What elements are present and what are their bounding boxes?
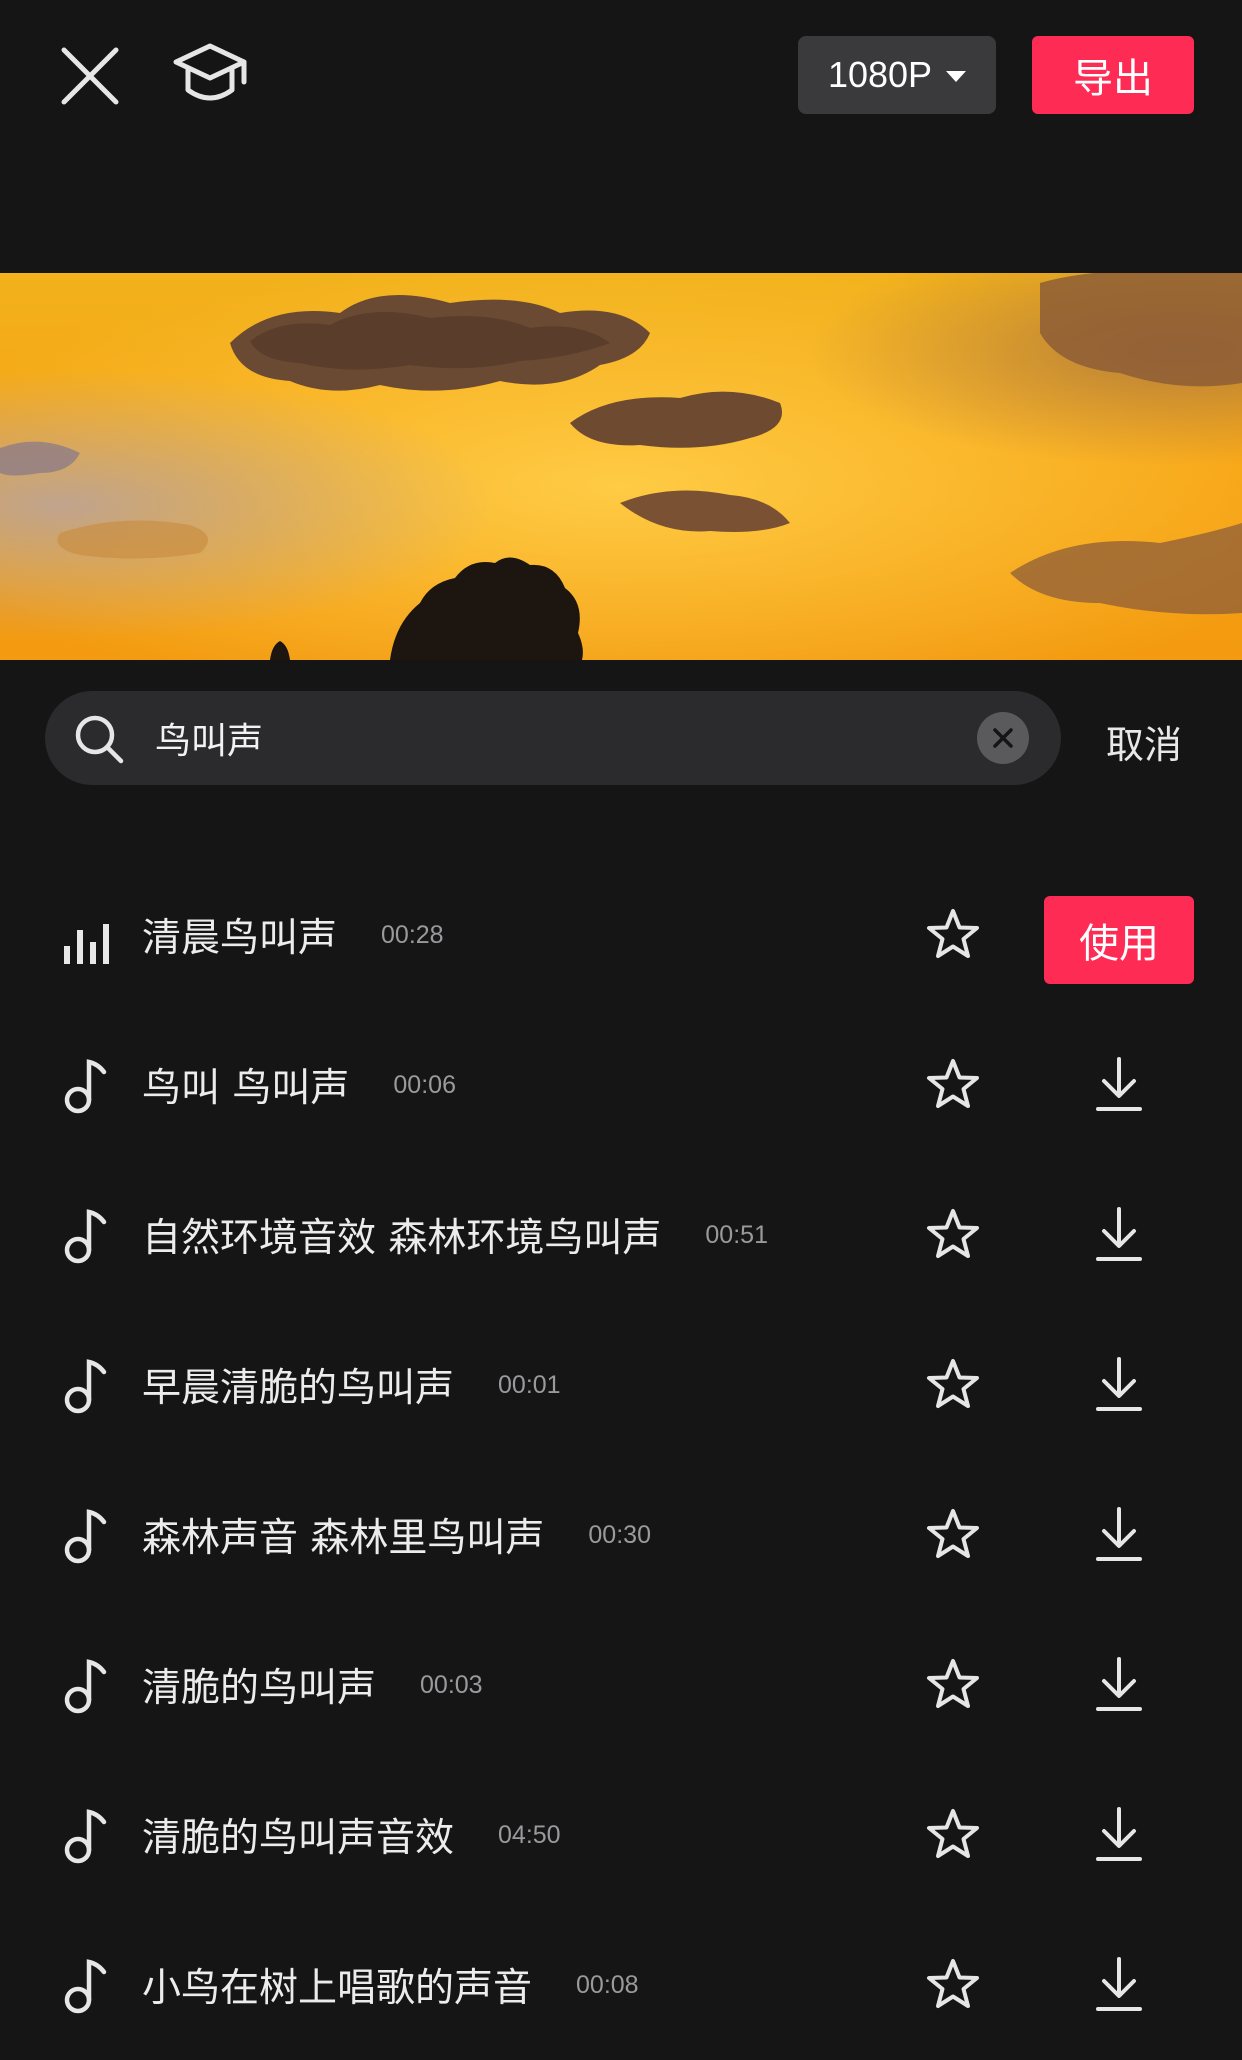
sound-title[interactable]: 清晨鸟叫声: [142, 907, 337, 963]
sound-duration: 00:06: [393, 1070, 456, 1099]
star-icon[interactable]: [925, 1957, 981, 2013]
star-icon[interactable]: [925, 1807, 981, 1863]
star-icon[interactable]: [925, 907, 981, 963]
music-note-icon: [60, 1656, 120, 1716]
music-note-icon: [60, 1506, 120, 1566]
sound-title-group: 清脆的鸟叫声 00:03: [142, 1610, 483, 1760]
sound-title[interactable]: 森林声音 森林里鸟叫声: [142, 1507, 544, 1563]
close-icon[interactable]: [58, 44, 122, 108]
sound-duration: 00:03: [420, 1670, 483, 1699]
sound-row[interactable]: 森林声音 森林里鸟叫声 00:30: [0, 1460, 1242, 1610]
download-icon[interactable]: [1094, 1205, 1144, 1265]
sound-title[interactable]: 自然环境音效 森林环境鸟叫声: [142, 1207, 661, 1263]
star-icon[interactable]: [925, 1207, 981, 1263]
music-note-icon: [60, 1056, 120, 1116]
sound-title-group: 清晨鸟叫声 00:28: [142, 860, 444, 1010]
sound-title-group: 自然环境音效 森林环境鸟叫声 00:51: [142, 1160, 768, 1310]
download-icon[interactable]: [1094, 1655, 1144, 1715]
sound-title-group: 鸟叫 鸟叫声 00:06: [142, 1010, 456, 1160]
caret-down-icon: [946, 71, 967, 82]
sound-title[interactable]: 鸟叫 鸟叫声: [142, 1057, 349, 1113]
download-icon[interactable]: [1094, 1805, 1144, 1865]
music-note-icon: [60, 1956, 120, 2016]
star-icon[interactable]: [925, 1507, 981, 1563]
sound-title[interactable]: 小鸟在树上唱歌的声音: [142, 1957, 532, 2013]
sound-title[interactable]: 早晨清脆的鸟叫声: [142, 1357, 454, 1413]
music-note-icon: [60, 1356, 120, 1416]
music-note-icon: [60, 1806, 120, 1866]
sound-row[interactable]: 小鸟在树上唱歌的声音 00:08: [0, 1910, 1242, 2060]
sound-row[interactable]: 早晨清脆的鸟叫声 00:01: [0, 1310, 1242, 1460]
video-preview[interactable]: [0, 273, 1242, 660]
resolution-selector[interactable]: 1080P: [798, 36, 996, 114]
download-icon[interactable]: [1094, 1955, 1144, 2015]
sound-duration: 00:30: [588, 1520, 651, 1549]
graduation-cap-icon[interactable]: [172, 40, 248, 112]
sound-row[interactable]: 自然环境音效 森林环境鸟叫声 00:51: [0, 1160, 1242, 1310]
download-icon[interactable]: [1094, 1355, 1144, 1415]
playing-bars-icon: [60, 906, 120, 966]
download-icon[interactable]: [1094, 1505, 1144, 1565]
cancel-button[interactable]: 取消: [1106, 714, 1182, 769]
download-icon[interactable]: [1094, 1055, 1144, 1115]
sound-title-group: 清脆的鸟叫声音效 04:50: [142, 1760, 561, 1910]
export-button[interactable]: 导出: [1032, 36, 1194, 114]
sound-duration: 00:51: [705, 1220, 768, 1249]
clear-icon[interactable]: [977, 712, 1029, 764]
star-icon[interactable]: [925, 1357, 981, 1413]
star-icon[interactable]: [925, 1657, 981, 1713]
use-button[interactable]: 使用: [1044, 896, 1194, 984]
resolution-label: 1080P: [827, 54, 933, 95]
search-bar: [45, 691, 1061, 785]
music-note-icon: [60, 1206, 120, 1266]
sound-duration: 00:01: [498, 1370, 561, 1399]
sound-duration: 00:08: [576, 1970, 639, 1999]
sound-title-group: 森林声音 森林里鸟叫声 00:30: [142, 1460, 651, 1610]
sound-row[interactable]: 清脆的鸟叫声 00:03: [0, 1610, 1242, 1760]
sound-duration: 04:50: [498, 1820, 561, 1849]
sound-title[interactable]: 清脆的鸟叫声音效: [142, 1807, 454, 1863]
sound-title[interactable]: 清脆的鸟叫声: [142, 1657, 376, 1713]
search-input[interactable]: [155, 691, 1005, 785]
sound-duration: 00:28: [381, 920, 444, 949]
search-icon: [73, 713, 125, 765]
star-icon[interactable]: [925, 1057, 981, 1113]
sound-row[interactable]: 清晨鸟叫声 00:28 使用: [0, 860, 1242, 1010]
sound-title-group: 早晨清脆的鸟叫声 00:01: [142, 1310, 561, 1460]
top-bar: 1080P 导出: [0, 0, 1242, 150]
sound-title-group: 小鸟在树上唱歌的声音 00:08: [142, 1910, 639, 2060]
sound-row[interactable]: 清脆的鸟叫声音效 04:50: [0, 1760, 1242, 1910]
sound-row[interactable]: 鸟叫 鸟叫声 00:06: [0, 1010, 1242, 1160]
